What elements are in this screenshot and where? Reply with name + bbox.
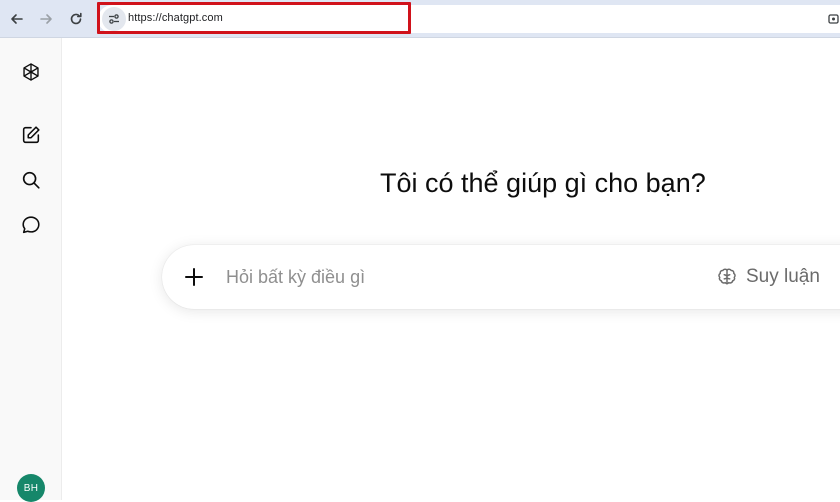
reload-icon — [70, 12, 82, 25]
reason-label: Suy luận — [746, 266, 820, 287]
main-content: Tôi có thể giúp gì cho bạn? Suy luận — [62, 38, 840, 500]
new-chat-button[interactable] — [17, 121, 45, 149]
chats-button[interactable] — [17, 211, 45, 239]
page-title: Tôi có thể giúp gì cho bạn? — [380, 168, 706, 198]
search-icon — [22, 171, 40, 189]
back-button[interactable] — [5, 7, 29, 31]
prompt-composer: Suy luận — [162, 245, 840, 309]
arrow-left-icon — [11, 14, 23, 24]
reason-button[interactable]: Suy luận — [716, 263, 820, 291]
attach-button[interactable] — [180, 263, 208, 291]
new-chat-icon — [22, 126, 40, 144]
arrow-right-icon — [40, 14, 52, 24]
browser-toolbar: https://chatgpt.com — [0, 0, 840, 38]
plus-icon — [185, 268, 203, 286]
chat-bubble-icon — [22, 216, 40, 234]
forward-button[interactable] — [34, 7, 58, 31]
sidebar: BH — [0, 38, 62, 502]
chatgpt-logo-button[interactable] — [17, 58, 45, 86]
user-avatar[interactable]: BH — [17, 474, 45, 502]
search-chats-button[interactable] — [17, 166, 45, 194]
reload-button[interactable] — [64, 7, 88, 31]
puzzle-icon[interactable] — [828, 13, 840, 25]
brain-icon — [718, 268, 736, 285]
url-highlight-box — [97, 2, 411, 34]
chatgpt-logo-icon — [23, 63, 39, 81]
prompt-input[interactable] — [226, 265, 606, 289]
